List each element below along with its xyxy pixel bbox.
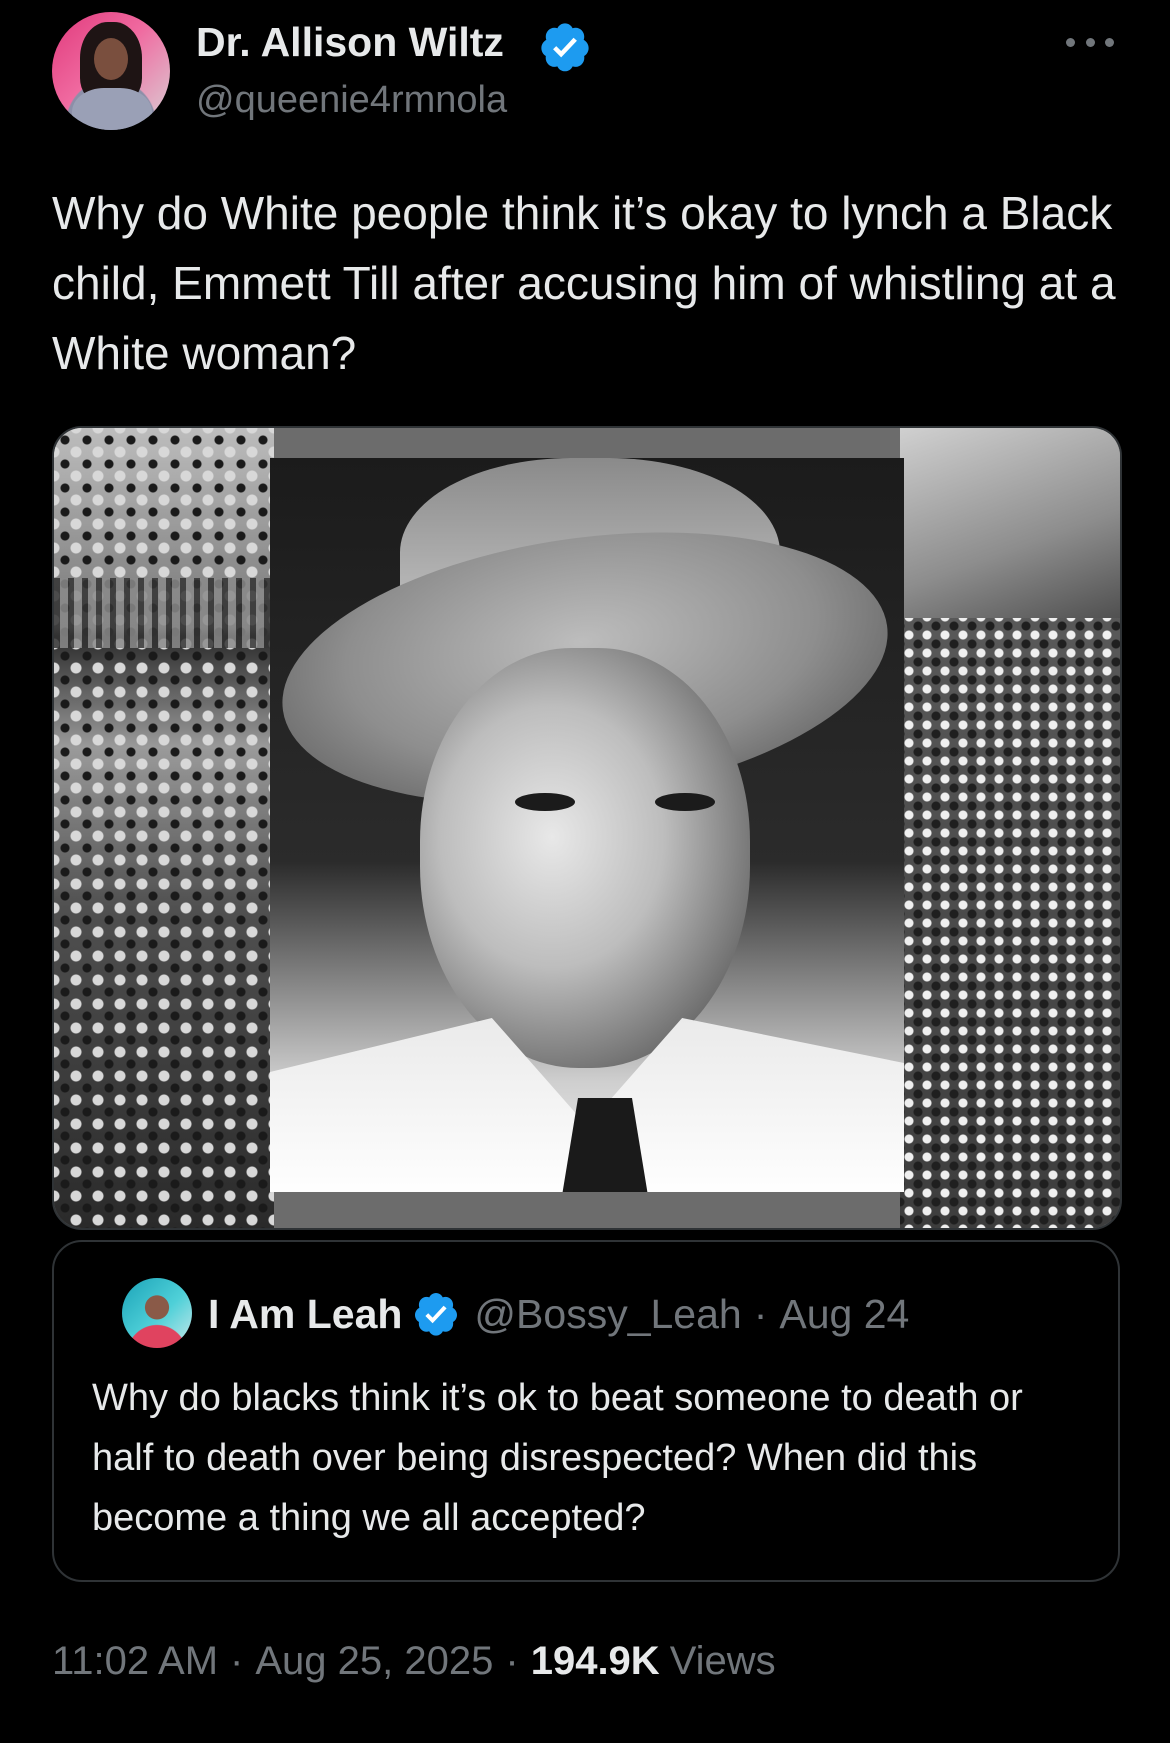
tweet-meta: 11:02 AM · Aug 25, 2025 · 194.9K Views: [52, 1636, 776, 1686]
tweet-media-image[interactable]: [52, 426, 1122, 1230]
quote-author-avatar[interactable]: [122, 1278, 192, 1348]
street-photo: [900, 428, 1120, 618]
separator-dot: ·: [505, 1639, 519, 1683]
separator-dot: ·: [230, 1639, 244, 1683]
quote-author-name[interactable]: I Am Leah: [208, 1291, 402, 1338]
quote-text: Why do blacks think it’s ok to beat some…: [92, 1377, 1023, 1539]
portrait-photo: [270, 458, 904, 1192]
more-horizontal-icon[interactable]: [1066, 30, 1114, 54]
quote-header: I Am Leah @Bossy_Leah · Aug 24: [208, 1286, 909, 1342]
funeral-crowd-photo-left: [54, 428, 274, 1228]
tweet: Dr. Allison Wiltz @queenie4rmnola Why do…: [0, 0, 1170, 1743]
author-avatar[interactable]: [52, 12, 170, 130]
separator-dot: ·: [753, 1290, 768, 1337]
portrait-eye: [655, 793, 715, 811]
views-label: Views: [669, 1639, 776, 1683]
author-name[interactable]: Dr. Allison Wiltz: [196, 18, 504, 66]
tweet-text: Why do White people think it’s okay to l…: [52, 187, 1116, 379]
timestamp-time[interactable]: 11:02 AM: [52, 1639, 218, 1683]
more-dot: [1105, 37, 1114, 47]
portrait-eye: [515, 793, 575, 811]
quote-date[interactable]: Aug 24: [779, 1291, 909, 1338]
more-dot: [1066, 37, 1075, 47]
timestamp-date[interactable]: Aug 25, 2025: [255, 1639, 493, 1683]
more-dot: [1085, 37, 1095, 47]
quote-author-handle[interactable]: @Bossy_Leah: [474, 1291, 741, 1338]
author-handle[interactable]: @queenie4rmnola: [196, 77, 507, 123]
quote-tweet[interactable]: I Am Leah @Bossy_Leah · Aug 24 Why do bl…: [52, 1240, 1120, 1582]
verified-badge-icon: [541, 23, 589, 72]
church-balcony: [54, 578, 274, 648]
portrait-face: [420, 648, 750, 1068]
avatar-face: [94, 38, 128, 80]
verified-badge-icon: [415, 1293, 458, 1336]
views-count[interactable]: 194.9K: [531, 1639, 660, 1683]
avatar-shirt: [72, 88, 152, 130]
